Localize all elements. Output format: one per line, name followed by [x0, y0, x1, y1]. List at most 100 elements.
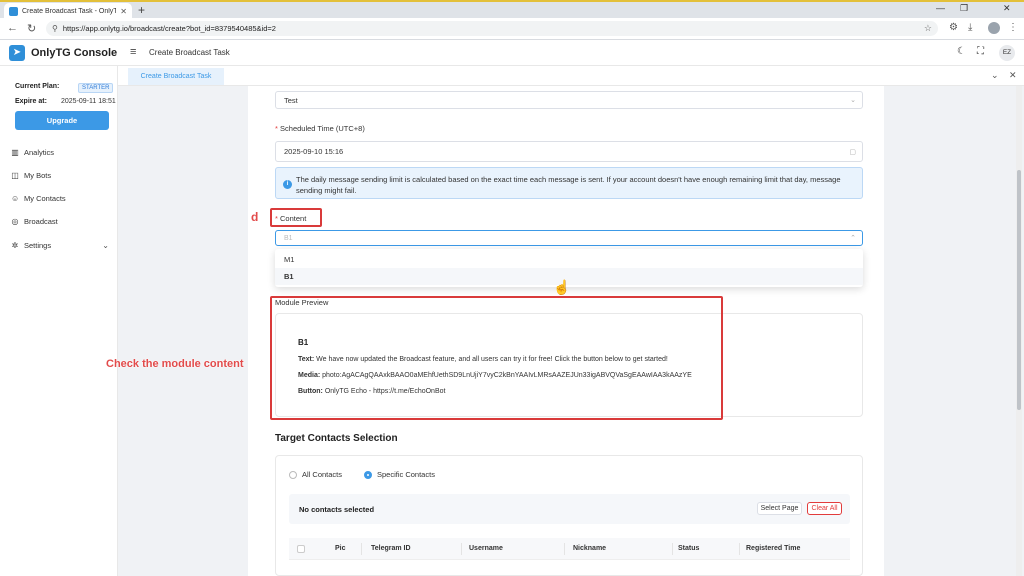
column-header: Nickname: [573, 545, 607, 552]
url-text: https://app.onlytg.io/broadcast/create?b…: [62, 24, 276, 33]
chevron-up-icon: ⌃: [850, 235, 856, 242]
content-select[interactable]: B1 ⌃: [275, 230, 863, 246]
chart-icon: ▥: [11, 147, 19, 157]
select-all-checkbox[interactable]: [297, 545, 305, 553]
bot-icon: ◫: [11, 170, 19, 180]
back-icon[interactable]: ←: [7, 22, 18, 34]
telegram-logo-icon: ➤: [9, 45, 25, 61]
select-page-button[interactable]: Select Page: [757, 502, 802, 515]
site-info-icon[interactable]: ⚲: [52, 24, 58, 33]
column-divider: [564, 543, 565, 555]
step-marker: d: [251, 210, 259, 224]
schedule-label-text: Scheduled Time (UTC+8): [280, 124, 365, 133]
reload-icon[interactable]: ↻: [27, 22, 36, 35]
radio-all-contacts[interactable]: All Contacts: [289, 470, 342, 479]
url-field[interactable]: ⚲ https://app.onlytg.io/broadcast/create…: [46, 21, 938, 36]
column-header: Telegram ID: [371, 545, 411, 552]
extension-icon[interactable]: ⚙: [949, 22, 958, 33]
dark-mode-icon[interactable]: ☾: [957, 46, 966, 57]
tab-close-icon[interactable]: ✕: [120, 7, 127, 16]
sidebar-item-label: My Bots: [24, 170, 52, 180]
tab-create-broadcast[interactable]: Create Broadcast Task: [128, 68, 224, 85]
bot-select-value: Test: [284, 95, 298, 105]
plan-label: Current Plan:: [15, 83, 60, 90]
chevron-down-icon: ⌄: [850, 97, 856, 104]
page-tabs: Create Broadcast Task ⌄ ✕: [118, 66, 1024, 86]
chevron-down-icon[interactable]: ⌄: [991, 70, 999, 81]
radio-all-label: All Contacts: [302, 470, 343, 479]
selection-status: No contacts selected: [299, 505, 375, 514]
close-tabs-icon[interactable]: ✕: [1009, 70, 1017, 81]
radio-specific-contacts[interactable]: Specific Contacts: [364, 470, 435, 479]
schedule-datetime-field[interactable]: 2025-09-10 15:16 ▢: [275, 141, 863, 162]
annotation-box-module-preview: [270, 296, 723, 420]
sidebar-item-my-contacts[interactable]: ☺ My Contacts: [11, 191, 115, 205]
sidebar-item-label: Broadcast: [24, 216, 58, 226]
info-alert: i The daily message sending limit is cal…: [275, 167, 863, 199]
sidebar-item-my-bots[interactable]: ◫ My Bots: [11, 168, 115, 182]
upgrade-button[interactable]: Upgrade: [15, 111, 109, 130]
sidebar: Current Plan: STARTER Expire at: 2025-09…: [0, 66, 118, 576]
plan-badge: STARTER: [78, 83, 114, 93]
browser-menu-icon[interactable]: ⋮: [1008, 22, 1018, 33]
column-divider: [461, 543, 462, 555]
radio-dot: [289, 470, 297, 479]
broadcast-icon: ◎: [11, 216, 19, 226]
address-bar: ← ↻ ⚲ https://app.onlytg.io/broadcast/cr…: [0, 18, 1024, 40]
brand-name: OnlyTG Console: [31, 47, 118, 59]
sidebar-item-label: My Contacts: [24, 193, 66, 203]
hand-cursor-icon: ☝: [553, 279, 571, 295]
sidebar-item-label: Settings: [24, 240, 52, 250]
restore-icon[interactable]: ❐: [960, 3, 968, 14]
sidebar-item-analytics[interactable]: ▥ Analytics: [11, 145, 115, 159]
expire-label: Expire at:: [15, 98, 47, 105]
radio-dot-selected: [364, 470, 372, 479]
column-header: Status: [678, 545, 700, 552]
column-divider: [672, 543, 673, 555]
menu-toggle-icon[interactable]: ≡: [130, 46, 136, 58]
info-icon: i: [283, 180, 292, 189]
app-header: ➤ OnlyTG Console ≡ Create Broadcast Task…: [0, 40, 1024, 66]
content-select-placeholder: B1: [284, 234, 293, 242]
tab-favicon-icon: [9, 6, 18, 16]
schedule-label: * Scheduled Time (UTC+8): [275, 124, 365, 133]
annotation-box-content-label: [270, 208, 322, 227]
chevron-down-icon: ⌄: [102, 240, 109, 250]
download-icon[interactable]: ⤓: [968, 22, 972, 33]
sidebar-item-settings[interactable]: ✲ Settings ⌄: [11, 238, 115, 252]
expire-value: 2025-09-11 18:51: [61, 98, 116, 105]
bot-select[interactable]: Test ⌄: [275, 91, 863, 109]
column-divider: [739, 543, 740, 555]
radio-specific-label: Specific Contacts: [377, 470, 435, 479]
column-header: Pic: [335, 545, 346, 552]
contacts-card: All Contacts Specific Contacts No contac…: [275, 455, 863, 576]
contacts-table-header: Pic Telegram ID Username Nickname Status…: [289, 538, 850, 560]
info-text: The daily message sending limit is calcu…: [296, 175, 841, 195]
target-contacts-title: Target Contacts Selection: [275, 433, 398, 444]
sidebar-item-broadcast[interactable]: ◎ Broadcast: [11, 214, 115, 228]
close-window-icon[interactable]: ✕: [1003, 3, 1011, 14]
column-divider: [361, 543, 362, 555]
scrollbar-thumb[interactable]: [1017, 170, 1021, 410]
clear-all-button[interactable]: Clear All: [807, 502, 842, 515]
sidebar-item-label: Analytics: [24, 147, 55, 157]
annotation-callout: Check the module content: [106, 358, 244, 370]
column-header: Registered Time: [746, 545, 801, 552]
minimize-icon[interactable]: —: [936, 3, 945, 13]
calendar-icon: ▢: [849, 148, 856, 156]
selection-bar: No contacts selected Select Page Clear A…: [289, 494, 850, 524]
gear-icon: ✲: [11, 240, 19, 250]
profile-icon[interactable]: [988, 22, 1000, 34]
breadcrumb: Create Broadcast Task: [149, 48, 230, 57]
browser-tabstrip: Create Broadcast Task - OnlyTG C ✕ + — ❐…: [0, 0, 1024, 19]
contacts-icon: ☺: [11, 193, 20, 203]
fullscreen-icon[interactable]: ⛶: [977, 46, 984, 57]
browser-tab[interactable]: Create Broadcast Task - OnlyTG C ✕: [4, 3, 132, 19]
dropdown-option-m1[interactable]: M1: [275, 251, 863, 268]
column-header: Username: [469, 545, 503, 552]
schedule-value: 2025-09-10 15:16: [284, 147, 344, 156]
tab-title: Create Broadcast Task - OnlyTG C: [22, 7, 117, 15]
avatar[interactable]: EZ: [999, 45, 1015, 61]
bookmark-star-icon[interactable]: ☆: [924, 23, 932, 34]
new-tab-icon[interactable]: +: [138, 3, 145, 17]
